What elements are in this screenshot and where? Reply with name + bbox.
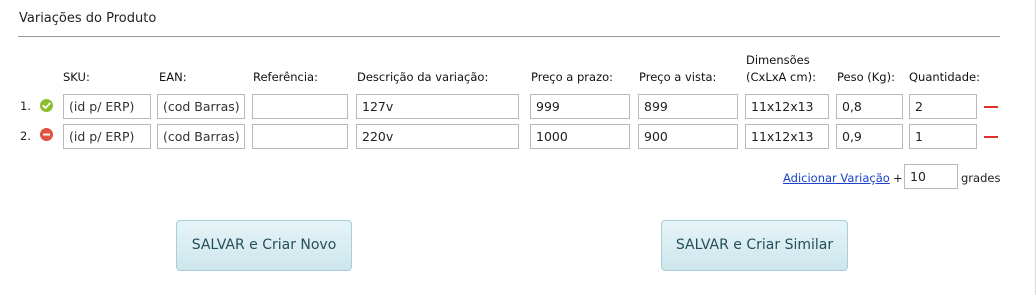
referencia-field[interactable] <box>252 124 348 149</box>
remove-variation-button[interactable] <box>984 136 998 138</box>
preco-prazo-field[interactable]: 1000 <box>530 124 630 149</box>
header-ean: EAN: <box>159 70 187 84</box>
header-dimensoes-unit: (CxLxA cm): <box>746 70 816 84</box>
header-descricao: Descrição da variação: <box>357 70 489 84</box>
header-sku: SKU: <box>63 70 90 84</box>
ean-field[interactable]: (cod Barras) <box>157 124 245 149</box>
dimensoes-field[interactable]: 11x12x13 <box>745 94 829 119</box>
header-preco-vista: Preço a vista: <box>639 70 717 84</box>
sku-field[interactable]: (id p/ ERP) <box>63 124 151 149</box>
descricao-field[interactable]: 127v <box>356 94 519 119</box>
header-dimensoes: Dimensões <box>746 53 810 67</box>
quantidade-field[interactable]: 1 <box>909 124 977 149</box>
save-and-create-new-button[interactable]: SALVAR e Criar Novo <box>176 220 352 271</box>
grades-label: grades <box>961 171 1001 185</box>
preco-prazo-field[interactable]: 999 <box>530 94 630 119</box>
peso-field[interactable]: 0,9 <box>836 124 903 149</box>
grades-count-field[interactable]: 10 <box>904 164 958 189</box>
save-and-create-similar-button[interactable]: SALVAR e Criar Similar <box>661 220 848 271</box>
error-icon <box>40 128 53 141</box>
header-quantidade: Quantidade: <box>909 70 980 84</box>
row-number: 1. <box>20 99 31 113</box>
plus-sign: + <box>893 171 903 185</box>
header-peso: Peso (Kg): <box>837 70 895 84</box>
peso-field[interactable]: 0,8 <box>836 94 903 119</box>
row-number: 2. <box>20 129 31 143</box>
ean-field[interactable]: (cod Barras) <box>157 94 245 119</box>
dimensoes-field[interactable]: 11x12x13 <box>745 124 829 149</box>
header-referencia: Referência: <box>253 70 318 84</box>
preco-vista-field[interactable]: 900 <box>638 124 738 149</box>
preco-vista-field[interactable]: 899 <box>638 94 738 119</box>
title-divider <box>18 36 1000 37</box>
remove-variation-button[interactable] <box>984 106 998 108</box>
add-variation-link[interactable]: Adicionar Variação <box>783 171 890 185</box>
quantidade-field[interactable]: 2 <box>909 94 977 119</box>
check-icon <box>40 99 53 112</box>
section-title: Variações do Produto <box>19 11 157 26</box>
referencia-field[interactable] <box>252 94 348 119</box>
descricao-field[interactable]: 220v <box>356 124 519 149</box>
sku-field[interactable]: (id p/ ERP) <box>63 94 151 119</box>
header-preco-prazo: Preço a prazo: <box>531 70 614 84</box>
